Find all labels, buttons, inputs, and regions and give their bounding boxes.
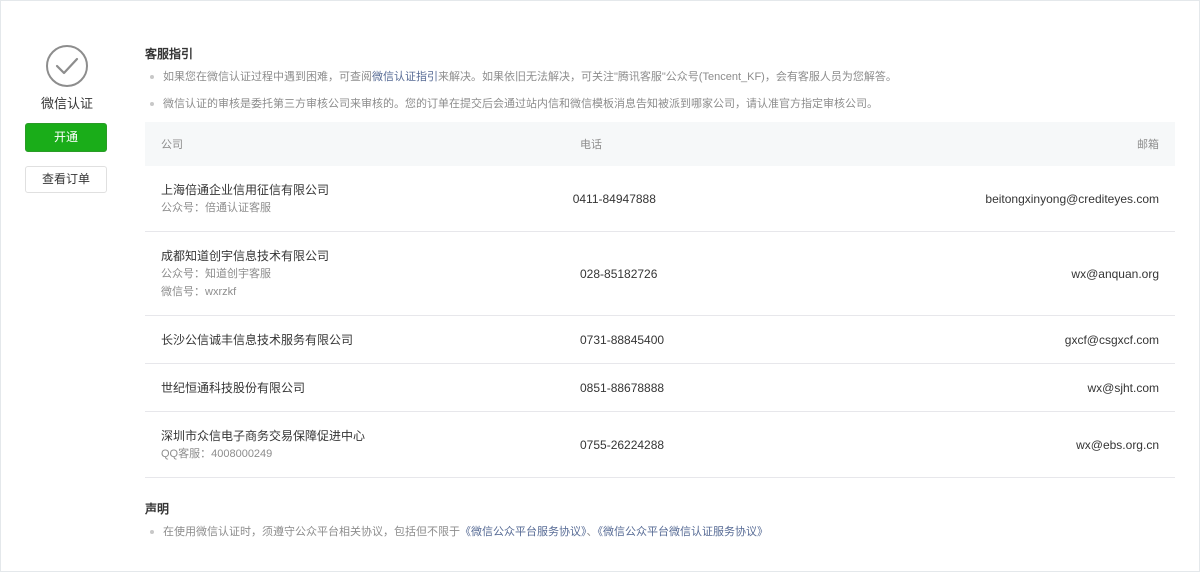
email-cell: wx@anquan.org: [1071, 266, 1159, 281]
company-cell: 长沙公信诚丰信息技术服务有限公司: [145, 331, 580, 349]
guide-tip-2: 微信认证的审核是委托第三方审核公司来审核的。您的订单在提交后会通过站内信和微信模…: [145, 95, 1175, 113]
table-row: 上海倍通企业信用征信有限公司 公众号：倍通认证客服 0411-84947888 bei…: [145, 166, 1175, 232]
email-cell: wx@sjht.com: [1087, 380, 1159, 395]
verification-sidebar: 微信认证 开通 查看订单: [25, 45, 109, 193]
company-cell: 上海倍通企业信用征信有限公司 公众号：倍通认证客服: [145, 181, 573, 217]
check-circle-icon: [46, 45, 88, 87]
company-cell: 成都知道创宇信息技术有限公司 公众号：知道创宇客服 微信号：wxrzkf: [145, 247, 580, 301]
company-contact: 公众号：倍通认证客服: [161, 201, 271, 214]
guide-tips: 如果您在微信认证过程中遇到困难，可查阅微信认证指引来解决。如果依旧无法解决，可关…: [145, 68, 1175, 113]
table-row: 长沙公信诚丰信息技术服务有限公司 0731-88845400 gxcf@csgxcf…: [145, 316, 1175, 364]
table-row: 世纪恒通科技股份有限公司 0851-88678888 wx@sjht.com: [145, 364, 1175, 412]
company-cell: 世纪恒通科技股份有限公司: [145, 379, 580, 397]
table-header: 公司 电话 邮箱: [145, 122, 1175, 166]
header-company: 公司: [161, 139, 183, 151]
view-orders-button[interactable]: 查看订单: [25, 166, 107, 193]
email-cell: beitongxinyong@crediteyes.com: [985, 191, 1159, 206]
table-body: 上海倍通企业信用征信有限公司 公众号：倍通认证客服 0411-84947888 bei…: [145, 166, 1175, 478]
guide-tip-1-before: 如果您在微信认证过程中遇到困难，可查阅: [163, 71, 372, 83]
statement-title: 声明: [145, 502, 170, 516]
table-row: 深圳市众信电子商务交易保障促进中心 QQ客服：4008000249 0755-262…: [145, 412, 1175, 478]
header-email: 邮箱: [1137, 139, 1159, 151]
email-cell: gxcf@csgxcf.com: [1064, 332, 1159, 347]
guide-tip-1: 如果您在微信认证过程中遇到困难，可查阅微信认证指引来解决。如果依旧无法解决，可关…: [145, 68, 1175, 86]
company-contact: 微信号：wxrzkf: [161, 285, 237, 298]
header-phone: 电话: [580, 139, 602, 151]
enable-button[interactable]: 开通: [25, 123, 107, 152]
verification-guide-link[interactable]: 微信认证指引: [372, 71, 438, 83]
auditor-table: 公司 电话 邮箱 上海倍通企业信用征信有限公司 公众号：倍通认证客服 0411-84…: [145, 122, 1175, 478]
service-agreement-link[interactable]: 《微信公众平台服务协议》: [460, 526, 587, 538]
table-row: 成都知道创宇信息技术有限公司 公众号：知道创宇客服 微信号：wxrzkf 028-85…: [145, 232, 1175, 316]
verification-title: 微信认证: [40, 96, 93, 111]
statement-text: 在使用微信认证时，须遵守公众平台相关协议，包括但不限于: [163, 526, 460, 538]
company-name: 上海倍通企业信用征信有限公司: [161, 182, 330, 197]
checkmark-icon: [55, 57, 79, 75]
verification-agreement-link[interactable]: 《微信公众平台微信认证服务协议》: [598, 526, 769, 538]
company-cell: 深圳市众信电子商务交易保障促进中心 QQ客服：4008000249: [145, 427, 580, 463]
phone-cell: 0731-88845400: [580, 332, 665, 347]
phone-cell: 0851-88678888: [580, 380, 665, 395]
company-contact: QQ客服：4008000249: [161, 447, 273, 460]
phone-cell: 0755-26224288: [580, 437, 665, 452]
company-name: 世纪恒通科技股份有限公司: [161, 380, 306, 395]
statement-separator: 、: [586, 526, 598, 538]
main-content: 客服指引 如果您在微信认证过程中遇到困难，可查阅微信认证指引来解决。如果依旧无法…: [145, 45, 1175, 550]
phone-cell: 028-85182726: [580, 266, 658, 281]
statement-item: 在使用微信认证时，须遵守公众平台相关协议，包括但不限于《微信公众平台服务协议》、…: [145, 523, 1175, 541]
company-name: 长沙公信诚丰信息技术服务有限公司: [161, 332, 354, 347]
email-cell: wx@ebs.org.cn: [1076, 437, 1159, 452]
company-contact: 公众号：知道创宇客服: [161, 267, 271, 280]
page-frame: 微信认证 开通 查看订单 客服指引 如果您在微信认证过程中遇到困难，可查阅微信认…: [0, 0, 1200, 572]
company-name: 深圳市众信电子商务交易保障促进中心: [161, 428, 366, 443]
company-name: 成都知道创宇信息技术有限公司: [161, 248, 330, 263]
guide-title: 客服指引: [145, 47, 194, 61]
phone-cell: 0411-84947888: [572, 191, 656, 206]
guide-tip-1-after: 来解决。如果依旧无法解决，可关注"腾讯客服"公众号(Tencent_KF)，会有…: [438, 71, 897, 83]
statement-list: 在使用微信认证时，须遵守公众平台相关协议，包括但不限于《微信公众平台服务协议》、…: [145, 523, 1175, 541]
